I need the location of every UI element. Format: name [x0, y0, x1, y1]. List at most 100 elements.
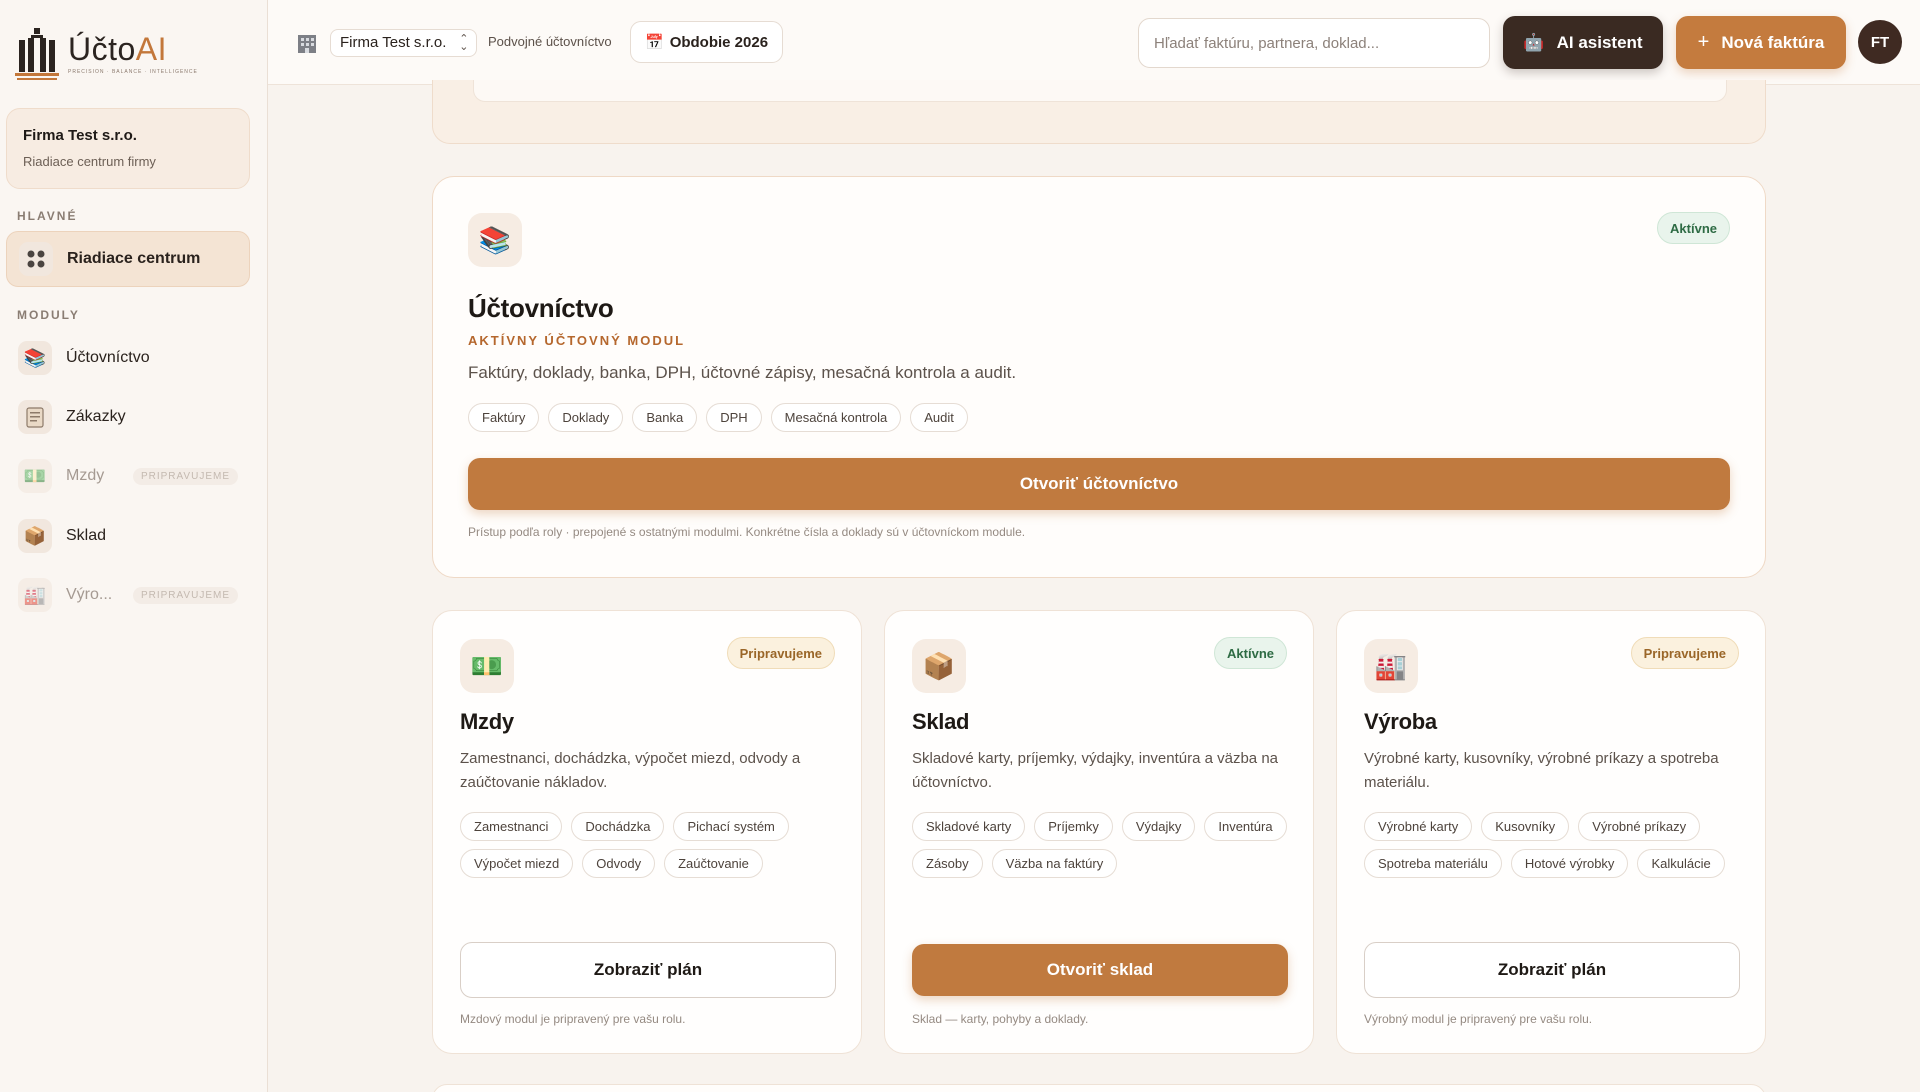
books-icon: 📚	[468, 213, 522, 267]
accounting-module-card: 📚 Aktívne Účtovníctvo AKTÍVNY ÚČTOVNÝ MO…	[432, 176, 1766, 578]
coming-soon-badge: PRIPRAVUJEME	[132, 467, 238, 485]
ai-assistant-button[interactable]: 🤖 AI asistent	[1503, 16, 1663, 69]
plus-icon: +	[1697, 31, 1710, 53]
company-name: Firma Test s.r.o.	[23, 127, 137, 144]
sidebar-item-label: Sklad	[66, 527, 107, 544]
tag-list: Výrobné karty Kusovníky Výrobné príkazy …	[1364, 812, 1744, 878]
package-icon: 📦	[18, 519, 52, 553]
factory-icon: 🏭	[18, 578, 52, 612]
warehouse-module-card: 📦 Aktívne Sklad Skladové karty, príjemky…	[884, 610, 1314, 1054]
period-selector[interactable]: 📅 Obdobie 2026	[630, 21, 784, 63]
sidebar-item-label: Výro...	[66, 586, 113, 603]
status-badge: Pripravujeme	[726, 637, 835, 669]
tag: Audit	[910, 403, 968, 432]
sidebar-item-production[interactable]: 🏭 Výro... PRIPRAVUJEME	[6, 567, 250, 623]
sidebar: ÚčtoAI PRECISION · BALANCE · INTELLIGENC…	[0, 0, 268, 1092]
money-icon: 💵	[460, 639, 514, 693]
module-title: Sklad	[912, 709, 970, 734]
tag: Kusovníky	[1481, 812, 1570, 841]
new-invoice-button[interactable]: + Nová faktúra	[1676, 16, 1846, 69]
clipboard-icon	[18, 400, 52, 434]
tag: Zamestnanci	[460, 812, 563, 841]
tag: Spotreba materiálu	[1364, 849, 1502, 878]
money-icon: 💵	[18, 459, 52, 493]
sidebar-item-payroll[interactable]: 💵 Mzdy PRIPRAVUJEME	[6, 448, 250, 504]
logo-wordmark: ÚčtoAI	[68, 31, 168, 67]
logo-columns-icon	[15, 28, 59, 80]
module-title: Účtovníctvo	[468, 293, 614, 323]
dashboard-icon	[19, 242, 53, 276]
tag-list: Zamestnanci Dochádzka Pichací systém Výp…	[460, 812, 840, 878]
module-subtitle: AKTÍVNY ÚČTOVNÝ MODUL	[468, 333, 686, 348]
sidebar-item-label: Riadiace centrum	[67, 250, 201, 267]
tag: Odvody	[582, 849, 656, 878]
tag: Väzba na faktúry	[991, 849, 1118, 878]
module-note: Mzdový modul je pripravený pre vašu rolu…	[460, 1012, 686, 1026]
accounting-type-label: Podvojné účtovníctvo	[488, 34, 612, 49]
company-select[interactable]: Firma Test s.r.o. ⌃ ⌄	[330, 29, 478, 57]
module-description: Faktúry, doklady, banka, DPH, účtovné zá…	[468, 363, 1017, 382]
calendar-icon: 📅	[645, 34, 664, 51]
tag: Doklady	[548, 403, 624, 432]
chevron-updown-icon: ⌃ ⌄	[459, 33, 469, 53]
tag: Zaúčtovanie	[664, 849, 763, 878]
show-plan-button[interactable]: Zobraziť plán	[1364, 942, 1740, 998]
building-icon	[298, 35, 316, 53]
section-label-modules: MODULY	[17, 308, 80, 322]
company-subtitle: Riadiace centrum firmy	[23, 154, 156, 169]
robot-icon: 🤖	[1523, 32, 1545, 52]
module-title: Mzdy	[460, 709, 514, 734]
previous-panel	[432, 80, 1766, 144]
package-icon: 📦	[912, 639, 966, 693]
sidebar-item-label: Zákazky	[66, 408, 126, 425]
sidebar-item-label: Účtovníctvo	[66, 349, 150, 366]
tag: Hotové výrobky	[1510, 849, 1629, 878]
sidebar-item-orders[interactable]: Zákazky	[6, 389, 250, 445]
production-module-card: 🏭 Pripravujeme Výroba Výrobné karty, kus…	[1336, 610, 1766, 1054]
next-panel	[432, 1084, 1766, 1092]
status-badge: Aktívne	[1657, 212, 1730, 244]
coming-soon-badge: PRIPRAVUJEME	[132, 586, 238, 604]
open-accounting-button[interactable]: Otvoriť účtovníctvo	[468, 458, 1730, 510]
sidebar-item-accounting[interactable]: 📚 Účtovníctvo	[6, 330, 250, 386]
sidebar-item-dashboard[interactable]: Riadiace centrum	[6, 231, 250, 287]
payroll-module-card: 💵 Pripravujeme Mzdy Zamestnanci, dochádz…	[432, 610, 862, 1054]
status-badge: Pripravujeme	[1630, 637, 1739, 669]
logo-tagline: PRECISION · BALANCE · INTELLIGENCE	[68, 69, 198, 75]
tag: Výdajky	[1121, 812, 1196, 841]
books-icon: 📚	[18, 341, 52, 375]
section-label-main: HLAVNÉ	[17, 209, 78, 223]
factory-icon: 🏭	[1364, 639, 1418, 693]
tag: DPH	[706, 403, 762, 432]
module-title: Výroba	[1364, 709, 1437, 734]
tag: Zásoby	[912, 849, 983, 878]
sidebar-item-label: Mzdy	[66, 467, 105, 484]
module-note: Výrobný modul je pripravený pre vašu rol…	[1364, 1012, 1593, 1026]
sidebar-item-warehouse[interactable]: 📦 Sklad	[6, 508, 250, 564]
user-avatar[interactable]: FT	[1858, 20, 1902, 64]
show-plan-button[interactable]: Zobraziť plán	[460, 942, 836, 998]
tag-list: Faktúry Doklady Banka DPH Mesačná kontro…	[468, 403, 968, 432]
open-warehouse-button[interactable]: Otvoriť sklad	[912, 944, 1288, 996]
tag: Dochádzka	[571, 812, 665, 841]
module-description: Výrobné karty, kusovníky, výrobné príkaz…	[1364, 750, 1719, 791]
module-description: Zamestnanci, dochádzka, výpočet miezd, o…	[460, 750, 801, 791]
module-note: Sklad — karty, pohyby a doklady.	[912, 1012, 1089, 1026]
module-note: Prístup podľa roly · prepojené s ostatný…	[468, 525, 1026, 539]
tag: Inventúra	[1204, 812, 1287, 841]
app-logo[interactable]: ÚčtoAI PRECISION · BALANCE · INTELLIGENC…	[14, 26, 198, 82]
tag: Banka	[632, 403, 698, 432]
tag: Výpočet miezd	[460, 849, 574, 878]
module-description: Skladové karty, príjemky, výdajky, inven…	[912, 750, 1278, 791]
company-card[interactable]: Firma Test s.r.o. Riadiace centrum firmy	[6, 108, 250, 189]
tag: Faktúry	[468, 403, 540, 432]
tag: Výrobné príkazy	[1578, 812, 1701, 841]
tag: Pichací systém	[673, 812, 789, 841]
tag-list: Skladové karty Príjemky Výdajky Inventúr…	[912, 812, 1292, 878]
search-input[interactable]	[1138, 18, 1490, 68]
tag: Výrobné karty	[1364, 812, 1473, 841]
tag: Skladové karty	[912, 812, 1026, 841]
tag: Príjemky	[1034, 812, 1113, 841]
tag: Kalkulácie	[1637, 849, 1725, 878]
status-badge: Aktívne	[1214, 637, 1287, 669]
